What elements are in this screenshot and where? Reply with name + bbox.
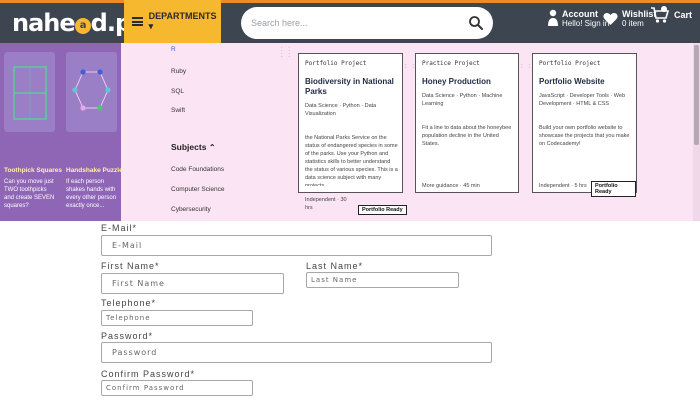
project-card[interactable]: Portfolio Project Biodiversity in Nation… xyxy=(298,53,403,211)
project-meta: Independent · 5 hrs xyxy=(539,183,587,189)
project-tags: JavaScript · Developer Tools · Web Devel… xyxy=(539,93,625,107)
hamburger-icon xyxy=(132,17,143,26)
subjects-heading[interactable]: Subjects ⌃ xyxy=(171,142,216,152)
project-card[interactable]: Practice Project Honey Production Data S… xyxy=(415,53,519,193)
first-name-label: First Name* xyxy=(101,261,160,271)
subject-item-code-foundations[interactable]: Code Foundations xyxy=(171,166,224,173)
chevron-up-icon: ⌃ xyxy=(208,143,216,152)
game-description: Can you move just TWO toothpicks and cre… xyxy=(4,179,55,209)
game-title[interactable]: Toothpick Squares xyxy=(4,167,62,174)
handshake-hexagon-icon xyxy=(72,69,111,111)
project-meta: More guidance · 45 min xyxy=(422,183,480,189)
project-card[interactable]: Portfolio Project Portfolio Website Java… xyxy=(532,53,637,197)
telephone-field[interactable] xyxy=(101,310,253,326)
cart-label: Cart xyxy=(674,10,693,20)
scrollbar-thumb[interactable] xyxy=(694,45,699,145)
project-title: Biodiversity in National Parks xyxy=(305,77,394,96)
search-icon[interactable] xyxy=(468,15,484,31)
project-description: Build your own portfolio website to show… xyxy=(539,125,630,147)
logo-badge: a xyxy=(74,18,91,34)
project-description: Fit a line to data about the honeybee po… xyxy=(422,125,512,147)
project-tags: Data Science · Python · Data Visualizati… xyxy=(305,103,377,117)
wishlist-link[interactable]: Wishlist 0 item xyxy=(603,9,656,28)
subjects-label: Subjects xyxy=(171,142,207,152)
confirm-password-field[interactable] xyxy=(101,380,253,396)
dot-grid-decoration: : :: : xyxy=(281,47,293,59)
search-input[interactable] xyxy=(251,15,461,31)
portfolio-ready-badge: Portfolio Ready xyxy=(358,205,407,215)
heart-icon xyxy=(603,13,618,25)
account-link[interactable]: Account Hello! Sign in xyxy=(548,9,609,28)
handshake-game-card[interactable] xyxy=(66,52,117,132)
email-label: E-Mail* xyxy=(101,223,138,233)
departments-label: DEPARTMENTS ▾ xyxy=(148,11,217,31)
menu-item-r[interactable]: R xyxy=(171,46,176,53)
logo-text-start: nahe xyxy=(12,9,76,37)
project-tags: Data Science · Python · Machine Learning xyxy=(422,93,503,107)
user-icon xyxy=(548,9,558,26)
confirm-password-label: Confirm Password* xyxy=(101,369,196,379)
game-description: If each person shakes hands with every o… xyxy=(66,179,117,209)
portfolio-ready-badge: Portfolio Ready xyxy=(591,181,636,197)
password-field[interactable] xyxy=(101,342,492,363)
project-type: Portfolio Project xyxy=(539,60,601,67)
toothpick-game-card[interactable] xyxy=(4,52,55,132)
project-title: Portfolio Website xyxy=(539,77,605,86)
departments-button[interactable]: DEPARTMENTS ▾ xyxy=(124,0,221,43)
last-name-label: Last Name* xyxy=(306,261,364,271)
project-type: Practice Project xyxy=(422,60,480,67)
first-name-field[interactable] xyxy=(101,273,284,294)
project-description: the National Parks Service on the status… xyxy=(305,135,398,186)
cart-icon xyxy=(651,6,670,23)
subject-item-cybersecurity[interactable]: Cybersecurity xyxy=(171,206,211,213)
project-title: Honey Production xyxy=(422,77,491,86)
email-field[interactable] xyxy=(101,235,492,256)
game-title[interactable]: Handshake Puzzle xyxy=(66,167,123,174)
project-type: Portfolio Project xyxy=(305,60,367,67)
cart-link[interactable]: Cart xyxy=(650,6,692,24)
menu-item-sql[interactable]: SQL xyxy=(171,88,184,95)
project-meta: Independent · 30 hrs xyxy=(305,197,347,211)
menu-item-swift[interactable]: Swift xyxy=(171,107,185,114)
password-label: Password* xyxy=(101,331,154,341)
toothpick-grid-icon xyxy=(13,66,47,120)
dot-grid-decoration: : : xyxy=(521,64,533,70)
menu-item-ruby[interactable]: Ruby xyxy=(171,68,186,75)
last-name-field[interactable] xyxy=(306,272,459,288)
telephone-label: Telephone* xyxy=(101,298,157,308)
subject-item-computer-science[interactable]: Computer Science xyxy=(171,186,224,193)
search-bar xyxy=(241,7,493,39)
